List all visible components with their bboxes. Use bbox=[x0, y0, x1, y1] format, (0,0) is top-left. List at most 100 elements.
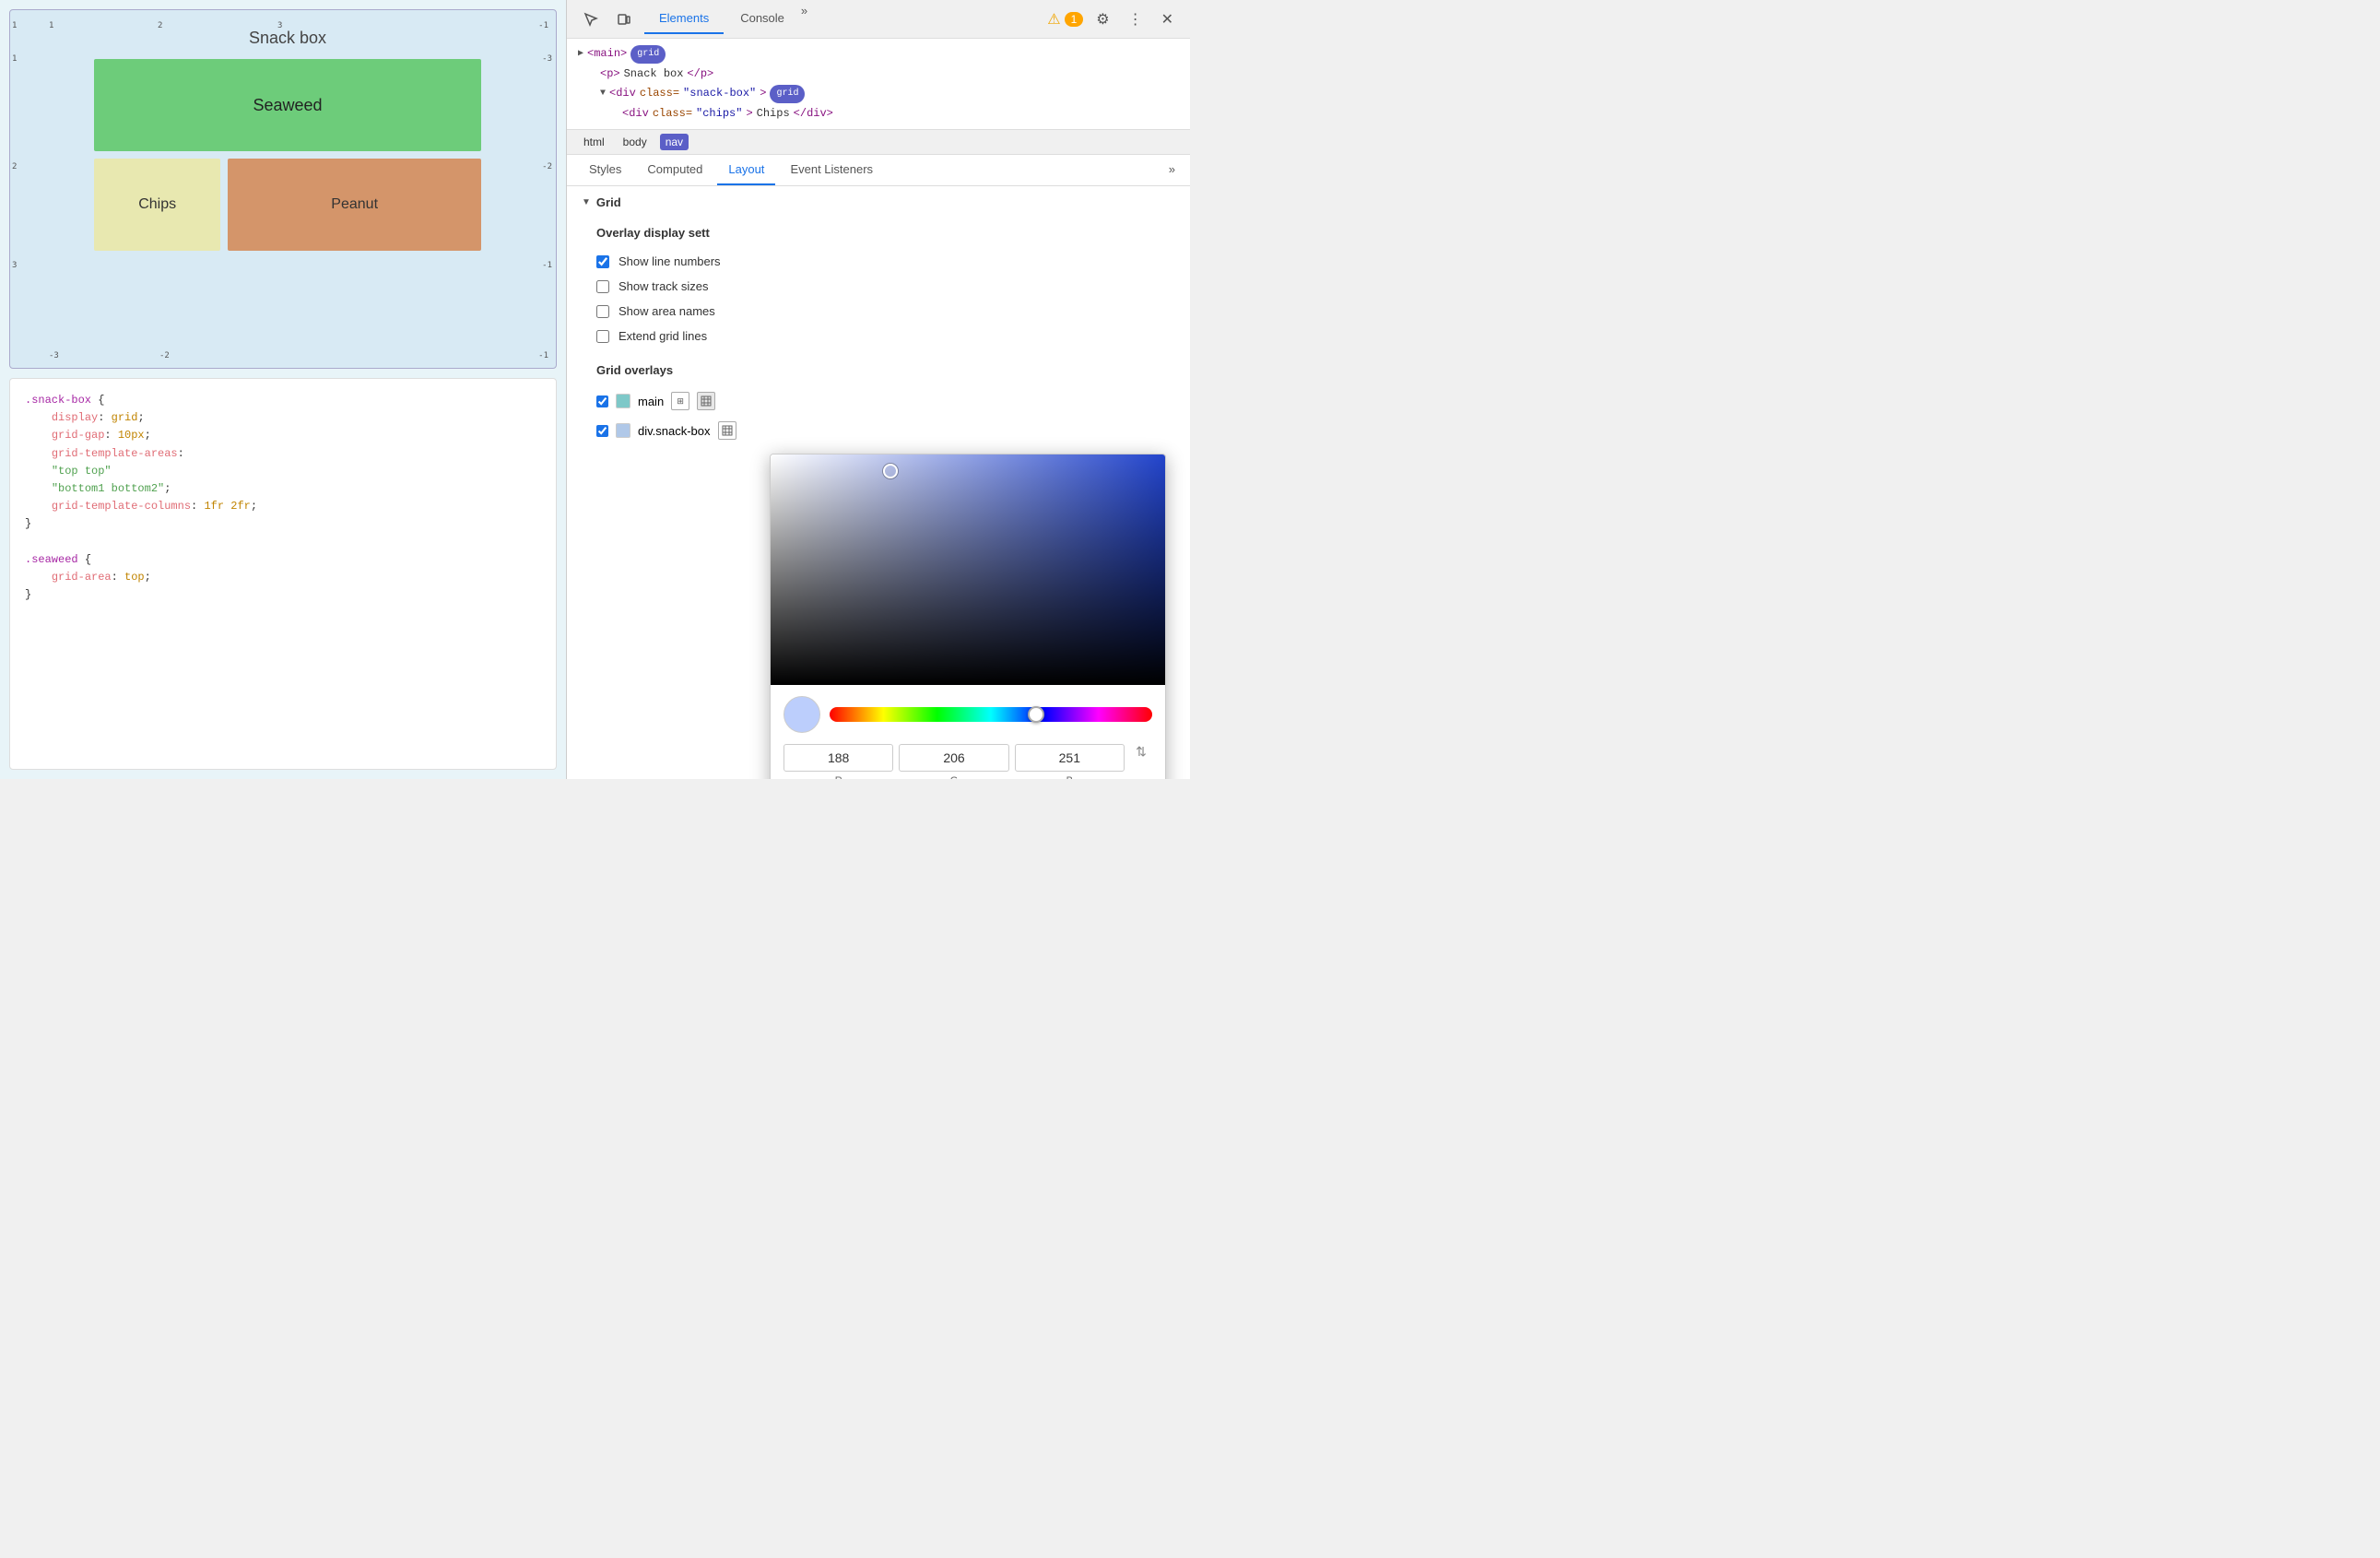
rgb-g-label: G bbox=[950, 775, 959, 779]
code-panel: .snack-box { display: grid; grid-gap: 10… bbox=[9, 378, 557, 770]
code-selector-2: .seaweed bbox=[25, 553, 78, 566]
hue-slider-container bbox=[830, 707, 1152, 722]
snackbox-grid-icon[interactable] bbox=[718, 421, 736, 440]
breadcrumb-html[interactable]: html bbox=[578, 134, 610, 150]
grid-badge: grid bbox=[630, 45, 666, 64]
grid-canvas: Snack box 1 1 1 2 3 -1 2 3 -2 -1 -3 Seaw… bbox=[9, 9, 557, 369]
main-grid-icon-2[interactable] bbox=[697, 392, 715, 410]
devtools-more-tabs[interactable]: » bbox=[801, 4, 807, 34]
grid-num: 1 bbox=[49, 21, 53, 30]
dom-line-1[interactable]: ▶ <main> grid bbox=[578, 44, 1179, 65]
breadcrumb-nav[interactable]: nav bbox=[660, 134, 689, 150]
page-title: Snack box bbox=[29, 29, 547, 48]
snackbox-overlay-label: div.snack-box bbox=[638, 424, 711, 438]
extend-grid-lines-row: Extend grid lines bbox=[596, 324, 1175, 348]
sub-tabs: Styles Computed Layout Event Listeners » bbox=[567, 155, 1190, 186]
collapse-arrow: ▼ bbox=[582, 197, 591, 207]
tab-computed[interactable]: Computed bbox=[636, 155, 713, 185]
show-area-names-label: Show area names bbox=[619, 304, 715, 318]
grid-num: 2 bbox=[158, 21, 162, 30]
rgb-inputs: 188 R 206 G 251 B ⇅ bbox=[784, 744, 1152, 779]
dom-line-4[interactable]: <div class="chips">Chips</div> bbox=[578, 104, 1179, 124]
grid-num: -1 bbox=[538, 21, 548, 30]
rgb-r-label: R bbox=[835, 775, 842, 779]
rgb-b-input[interactable]: 251 bbox=[1015, 744, 1125, 772]
dom-line-2[interactable]: <p>Snack box</p> bbox=[578, 65, 1179, 85]
show-track-sizes-label: Show track sizes bbox=[619, 279, 709, 293]
grid-num: 3 bbox=[277, 21, 282, 30]
grid-num: 3 bbox=[12, 261, 17, 270]
grid-overlays-section: Grid overlays main ⊞ bbox=[567, 356, 1190, 453]
left-panel: Snack box 1 1 1 2 3 -1 2 3 -2 -1 -3 Seaw… bbox=[0, 0, 567, 779]
inspect-icon-btn[interactable] bbox=[578, 6, 604, 32]
show-track-sizes-row: Show track sizes bbox=[596, 274, 1175, 299]
rgb-mode-arrows[interactable]: ⇅ bbox=[1136, 744, 1147, 760]
show-line-numbers-checkbox[interactable] bbox=[596, 255, 609, 268]
devtools-tabs: Elements Console » bbox=[644, 4, 1040, 34]
grid-num: 1 bbox=[12, 21, 17, 30]
extend-grid-lines-label: Extend grid lines bbox=[619, 329, 707, 343]
tab-elements[interactable]: Elements bbox=[644, 4, 724, 34]
right-panel: Elements Console » ⚠ 1 ⚙ ⋮ ✕ ▶ <main> gr… bbox=[567, 0, 1190, 779]
color-picker-controls-row bbox=[784, 696, 1152, 733]
show-area-names-checkbox[interactable] bbox=[596, 305, 609, 318]
tab-event-listeners[interactable]: Event Listeners bbox=[779, 155, 884, 185]
grid-section-label: Grid bbox=[596, 195, 621, 209]
tab-console[interactable]: Console bbox=[725, 4, 799, 34]
color-cursor[interactable] bbox=[883, 464, 898, 478]
rgb-b-field: 251 B bbox=[1015, 744, 1125, 779]
grid-badge-2: grid bbox=[770, 85, 805, 103]
snackbox-overlay-checkbox[interactable] bbox=[596, 425, 608, 437]
grid-overlays-title: Grid overlays bbox=[596, 363, 1175, 377]
rgb-mode-spinner: ⇅ bbox=[1130, 744, 1152, 779]
overlay-row-snackbox: div.snack-box bbox=[596, 416, 1175, 445]
color-preview[interactable] bbox=[784, 696, 820, 733]
code-selector-1: .snack-box bbox=[25, 394, 91, 407]
color-picker-overlay: 188 R 206 G 251 B ⇅ bbox=[770, 454, 1166, 779]
layout-panel: ▼ Grid Overlay display sett Show line nu… bbox=[567, 186, 1190, 779]
grid-visual: Seaweed Chips Peanut bbox=[94, 59, 481, 251]
dom-tree: ▶ <main> grid <p>Snack box</p> ▼ <div cl… bbox=[567, 39, 1190, 130]
devtools-header: Elements Console » ⚠ 1 ⚙ ⋮ ✕ bbox=[567, 0, 1190, 39]
show-track-sizes-checkbox[interactable] bbox=[596, 280, 609, 293]
grid-num: 1 bbox=[12, 54, 17, 64]
rgb-r-input[interactable]: 188 bbox=[784, 744, 893, 772]
grid-num: -2 bbox=[159, 351, 170, 360]
color-picker-bottom: 188 R 206 G 251 B ⇅ bbox=[771, 685, 1165, 779]
dom-arrow[interactable]: ▶ bbox=[578, 46, 583, 63]
device-toggle-btn[interactable] bbox=[611, 6, 637, 32]
cell-peanut: Peanut bbox=[228, 159, 481, 251]
grid-num: -2 bbox=[542, 162, 552, 171]
color-gradient[interactable] bbox=[771, 454, 1165, 685]
settings-gear-icon[interactable]: ⚙ bbox=[1090, 6, 1114, 32]
hue-thumb[interactable] bbox=[1028, 706, 1044, 723]
breadcrumb-body[interactable]: body bbox=[618, 134, 653, 150]
grid-num: -1 bbox=[542, 261, 552, 270]
rgb-r-field: 188 R bbox=[784, 744, 893, 779]
extend-grid-lines-checkbox[interactable] bbox=[596, 330, 609, 343]
show-line-numbers-label: Show line numbers bbox=[619, 254, 721, 268]
breadcrumb: html body nav bbox=[567, 130, 1190, 155]
snackbox-color-swatch[interactable] bbox=[616, 423, 630, 438]
main-color-swatch[interactable] bbox=[616, 394, 630, 408]
grid-num: 2 bbox=[12, 162, 17, 171]
tab-layout[interactable]: Layout bbox=[717, 155, 775, 185]
close-devtools-button[interactable]: ✕ bbox=[1156, 6, 1179, 32]
cell-chips: Chips bbox=[94, 159, 220, 251]
grid-section-header[interactable]: ▼ Grid bbox=[567, 186, 1190, 218]
sub-tab-more[interactable]: » bbox=[1165, 155, 1179, 185]
warning-badge: 1 bbox=[1065, 12, 1084, 27]
rgb-g-input[interactable]: 206 bbox=[899, 744, 1008, 772]
rgb-b-label: B bbox=[1066, 775, 1073, 779]
tab-styles[interactable]: Styles bbox=[578, 155, 632, 185]
cell-seaweed: Seaweed bbox=[94, 59, 481, 151]
hue-slider[interactable] bbox=[830, 707, 1152, 722]
overlay-row-main: main ⊞ bbox=[596, 386, 1175, 416]
more-options-icon[interactable]: ⋮ bbox=[1123, 6, 1149, 32]
main-overlay-checkbox[interactable] bbox=[596, 395, 608, 407]
main-grid-icon[interactable]: ⊞ bbox=[671, 392, 689, 410]
dom-line-3[interactable]: ▼ <div class="snack-box"> grid bbox=[578, 84, 1179, 104]
dom-arrow-2[interactable]: ▼ bbox=[600, 86, 606, 102]
show-line-numbers-row: Show line numbers bbox=[596, 249, 1175, 274]
overlay-settings: Overlay display sett Show line numbers S… bbox=[567, 218, 1190, 356]
